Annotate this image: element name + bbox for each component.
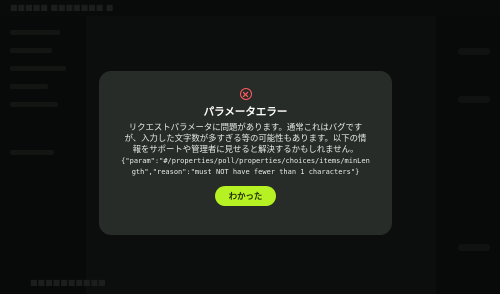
dialog-message: リクエストパラメータに問題があります。通常これはバグです が、入力した文字数が多… (112, 122, 380, 178)
dialog-title: パラメータエラー (203, 106, 288, 118)
error-json-line: gth","reason":"must NOT have fewer than … (131, 167, 360, 176)
error-json-line: {"param":"#/properties/poll/properties/c… (121, 156, 370, 165)
error-dialog: パラメータエラー リクエストパラメータに問題があります。通常これはバグです が、… (99, 71, 392, 235)
error-x-icon (239, 88, 252, 100)
message-line: リクエストパラメータに問題があります。通常これはバグです (128, 122, 363, 132)
message-line: が、入力した文字数が多すぎる等の可能性もあります。以下の情 (124, 133, 367, 144)
message-line: 報をサポートや管理者に見せると解決するかもしれません。 (132, 144, 359, 155)
ok-button[interactable]: わかった (214, 186, 277, 207)
